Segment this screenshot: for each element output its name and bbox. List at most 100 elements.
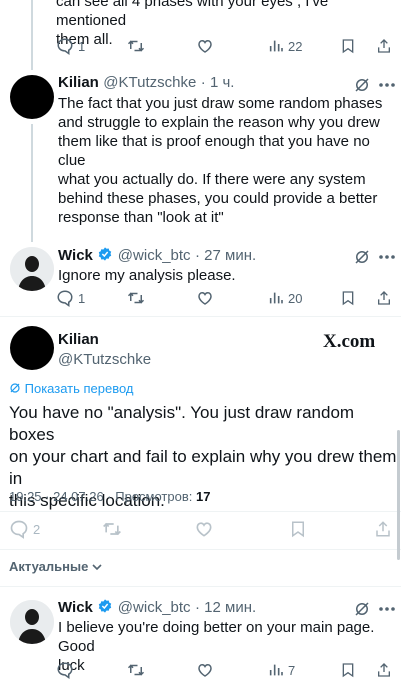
avatar[interactable] [10,247,54,291]
chevron-down-icon [92,564,102,571]
share-button[interactable] [376,37,392,55]
retweet-button[interactable] [101,519,123,539]
bookmark-icon [342,663,354,678]
author-handle[interactable]: @wick_btc [118,247,191,264]
reply-button[interactable]: 1 [56,289,85,307]
reply-icon [57,38,73,55]
reply-icon [57,290,73,307]
reply3-header: Wick @wick_btc · 12 мин. [58,598,256,617]
bookmark-button[interactable] [340,289,356,307]
avatar-image [10,600,54,644]
retweet-icon [127,40,145,52]
bookmark-button[interactable] [340,37,356,55]
translate-icon [10,383,20,393]
share-icon [376,521,390,537]
divider [0,316,401,317]
views-count: 7 [288,662,296,678]
bookmark-icon [342,291,354,306]
timestamp-text[interactable]: 19:25 · 24.07.26 · Просмотров: [9,489,196,504]
like-icon [198,291,212,305]
grok-icon[interactable] [353,248,371,266]
reply2-actions: 1 20 [56,288,392,308]
sort-label: Актуальные [9,559,89,574]
thread-line [31,124,33,242]
views-icon [269,40,283,52]
post-time[interactable]: · 27 мин. [195,247,256,264]
main-tweet-actions: 2 [9,518,397,540]
like-icon [198,39,212,53]
views-button[interactable]: 20 [268,290,302,306]
author-name[interactable]: Kilian [58,331,151,348]
verified-badge-icon [99,247,112,261]
reply-count: 1 [78,290,86,306]
bookmark-icon [342,39,354,54]
share-icon [378,663,390,677]
top-tweet-actions: 1 22 [56,36,392,56]
bookmark-button[interactable] [340,661,356,679]
views-count: 22 [288,38,303,54]
divider [0,511,401,512]
author-handle[interactable]: @KTutzschke [58,351,151,368]
author-name[interactable]: Wick [58,599,93,616]
reply-button[interactable]: 1 [56,37,85,55]
thread-line [31,0,33,70]
reply-button[interactable]: 2 [9,519,40,539]
share-icon [378,39,390,53]
like-button[interactable] [196,37,214,55]
retweet-button[interactable] [126,661,146,679]
reply1-header: Kilian @KTutzschke · 1 ч. [58,74,234,92]
translate-label: Показать перевод [24,381,134,396]
avatar[interactable] [10,75,54,119]
views-count: 20 [288,290,303,306]
retweet-icon [103,522,121,536]
author-name[interactable]: Wick [58,247,93,264]
main-author: Kilian @KTutzschke [58,331,151,368]
divider [0,586,401,587]
share-button[interactable] [376,289,392,307]
view-count: 17 [195,489,211,504]
reply3-actions: 7 [56,660,392,680]
translate-link[interactable]: Показать перевод [9,381,134,396]
reply-icon [10,520,28,539]
retweet-icon [127,292,145,304]
reply1-text: The fact that you just draw some random … [58,95,383,226]
grok-icon[interactable] [353,76,371,94]
views-button[interactable]: 22 [268,38,302,54]
bookmark-icon [292,521,304,538]
share-button[interactable] [374,519,392,539]
like-button[interactable] [194,519,214,539]
retweet-icon [127,664,145,676]
retweet-button[interactable] [126,37,146,55]
post-time[interactable]: · 12 мин. [195,599,256,616]
views-icon [269,664,283,676]
reply-count: 1 [78,38,86,54]
share-icon [378,291,390,305]
like-button[interactable] [196,289,214,307]
more-icon[interactable] [378,254,396,260]
reply-icon [57,662,73,679]
avatar[interactable] [10,326,54,370]
author-handle[interactable]: @KTutzschke [103,74,196,91]
more-icon[interactable] [378,82,396,88]
sort-dropdown[interactable]: Актуальные [9,559,102,574]
views-icon [269,292,283,304]
author-handle[interactable]: @wick_btc [118,599,191,616]
avatar-image [10,247,54,291]
reply2-text: Ignore my analysis please. [58,267,236,284]
like-button[interactable] [196,661,214,679]
views-button[interactable]: 7 [268,662,295,678]
grok-icon[interactable] [353,600,371,618]
divider [0,549,401,550]
reply-button[interactable] [56,661,74,679]
reply-count: 2 [33,521,41,537]
share-button[interactable] [376,661,392,679]
like-icon [198,663,212,677]
post-time[interactable]: · 1 ч. [201,74,235,91]
scrollbar[interactable] [397,430,400,560]
retweet-button[interactable] [126,289,146,307]
avatar[interactable] [10,600,54,644]
author-name[interactable]: Kilian [58,74,99,91]
like-icon [196,522,212,537]
bookmark-button[interactable] [289,519,307,539]
more-icon[interactable] [378,606,396,612]
